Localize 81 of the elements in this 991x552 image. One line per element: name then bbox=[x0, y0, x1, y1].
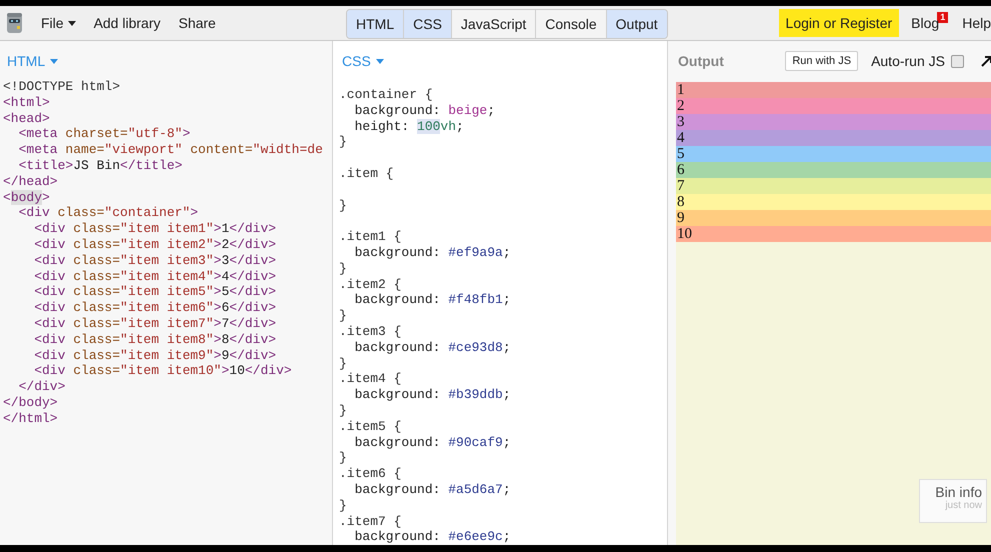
code-line: } bbox=[339, 402, 348, 419]
code-line: .item { bbox=[339, 166, 395, 182]
menu-item[interactable]: Add library bbox=[94, 15, 160, 31]
code-line: </body> bbox=[3, 394, 59, 411]
menu-item[interactable]: Share bbox=[178, 15, 216, 31]
code-line: background: #f48fb1; bbox=[354, 292, 512, 308]
code-line: <meta charset="utf-8"> bbox=[18, 126, 192, 142]
code-line: } bbox=[339, 450, 348, 466]
panel-tab[interactable]: HTML bbox=[347, 10, 404, 38]
code-line: .item1 { bbox=[339, 229, 402, 245]
panel-tab[interactable]: Output bbox=[606, 10, 667, 38]
code-line: <div class="container"> bbox=[18, 205, 200, 222]
code-line: .container { bbox=[339, 87, 434, 103]
notification-badge: 1 bbox=[937, 12, 948, 23]
code-line: </head> bbox=[3, 174, 59, 190]
code-line: } bbox=[339, 356, 348, 372]
code-line: } bbox=[339, 134, 348, 150]
code-line: <meta name="viewport" content="width=de bbox=[18, 142, 324, 158]
output-item: 2 bbox=[676, 98, 991, 114]
output-item: 6 bbox=[676, 162, 991, 178]
output-item: 9 bbox=[676, 210, 991, 226]
checkbox-label: Auto-run JS bbox=[871, 53, 945, 69]
blog-link[interactable]: Blog bbox=[911, 15, 940, 31]
code-line: <head> bbox=[3, 110, 51, 126]
output-item: 1 bbox=[676, 82, 991, 98]
bin-info-card[interactable]: Bin info just now bbox=[919, 479, 987, 523]
code-line: </html> bbox=[3, 410, 59, 427]
code-line: .item4 { bbox=[339, 371, 402, 388]
output-item: 3 bbox=[676, 114, 991, 130]
login-button[interactable]: Login or Register bbox=[778, 9, 900, 37]
code-line: <div class="item item10">10</div> bbox=[33, 363, 293, 380]
code-line: <div class="item item8">8</div> bbox=[33, 332, 278, 348]
menu-item[interactable]: File bbox=[41, 15, 76, 31]
code-line: <div class="item item6">6</div> bbox=[33, 300, 278, 316]
bin-info-title: Bin info bbox=[935, 484, 982, 500]
code-line: <div class="item item2">2</div> bbox=[33, 236, 278, 253]
panel-tab[interactable]: JavaScript bbox=[450, 10, 536, 38]
code-line: } bbox=[339, 198, 348, 214]
code-line: } bbox=[339, 498, 348, 514]
output-item: 5 bbox=[676, 146, 991, 162]
code-line: <div class="item item1">1</div> bbox=[33, 221, 278, 237]
code-line: </div> bbox=[18, 379, 66, 395]
code-line: .item6 { bbox=[339, 466, 402, 482]
caret-icon bbox=[50, 58, 58, 64]
output-item: 7 bbox=[676, 178, 991, 194]
code-line: <div class="item item5">5</div> bbox=[33, 284, 278, 300]
code-line: <!DOCTYPE html> bbox=[3, 79, 122, 95]
run-button[interactable]: Run with JS bbox=[785, 51, 858, 71]
caret-icon bbox=[68, 20, 76, 26]
code-line: <div class="item item4">4</div> bbox=[33, 268, 278, 284]
code-line: background: beige; bbox=[354, 102, 496, 119]
code-line: } bbox=[339, 308, 348, 324]
code-line: <div class="item item7">7</div> bbox=[33, 316, 278, 332]
code-line: .item5 { bbox=[339, 418, 402, 435]
code-line: .item3 { bbox=[339, 324, 402, 340]
code-line: background: #90caf9; bbox=[354, 434, 512, 450]
panel-tab[interactable]: CSS bbox=[403, 10, 451, 38]
code-line: <html> bbox=[3, 94, 51, 111]
code-line: background: #e6ee9c; bbox=[354, 529, 512, 545]
help-link[interactable]: Help bbox=[962, 15, 991, 31]
code-line: height: 100vh; bbox=[354, 118, 465, 134]
expand-icon[interactable] bbox=[981, 55, 991, 67]
code-line: .item2 { bbox=[339, 276, 402, 292]
code-line: <title>JS Bin</title> bbox=[18, 158, 184, 174]
code-line: } bbox=[339, 260, 348, 277]
code-line: background: #ef9a9a; bbox=[354, 244, 512, 261]
output-item: 8 bbox=[676, 194, 991, 210]
code-line: background: #ce93d8; bbox=[354, 340, 512, 356]
bin-info-time: just now bbox=[945, 500, 982, 511]
caret-icon bbox=[376, 58, 384, 64]
code-line: <body> bbox=[3, 190, 51, 206]
code-line: background: #b39ddb; bbox=[354, 387, 512, 403]
code-line: .item7 { bbox=[339, 514, 402, 530]
panel-title: Output bbox=[678, 53, 724, 69]
checkbox[interactable] bbox=[951, 54, 964, 68]
code-line: <div class="item item9">9</div> bbox=[33, 348, 278, 364]
code-line: <div class="item item3">3</div> bbox=[33, 252, 278, 269]
code-line: background: #a5d6a7; bbox=[354, 482, 512, 498]
output-item: 4 bbox=[676, 130, 991, 146]
logo-icon[interactable] bbox=[6, 12, 23, 34]
output-item: 10 bbox=[676, 226, 991, 242]
